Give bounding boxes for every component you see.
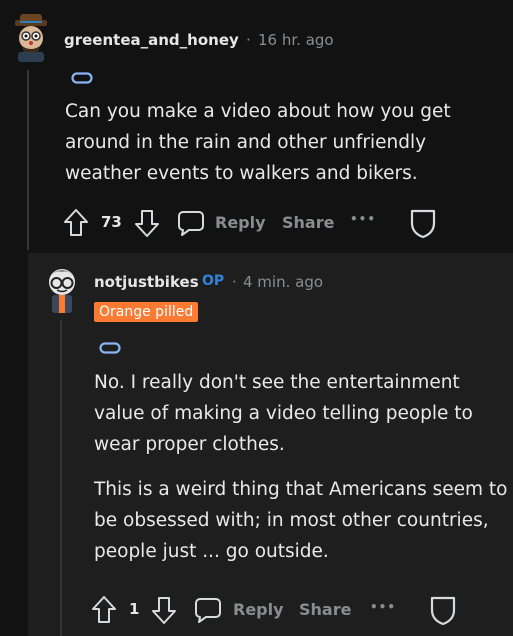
reply-label: Reply (215, 213, 266, 232)
upvote-button[interactable] (63, 208, 89, 238)
comment-timestamp[interactable]: 4 min. ago (243, 273, 323, 291)
meta-separator: · (246, 31, 251, 49)
collapse-icon[interactable] (99, 342, 121, 354)
share-button[interactable]: Share (282, 213, 334, 232)
comment-bubble-icon (178, 211, 204, 236)
vote-count: 73 (101, 213, 122, 231)
avatar[interactable] (42, 262, 82, 314)
reply-button[interactable]: Reply (177, 208, 267, 238)
vote-count: 1 (129, 600, 140, 618)
award-shield-button[interactable] (409, 207, 437, 239)
reply-label: Reply (233, 600, 284, 619)
comment-author[interactable]: notjustbikes (94, 273, 199, 291)
upvote-button[interactable] (91, 595, 117, 625)
comment-bubble-icon (195, 598, 221, 623)
downvote-button[interactable] (151, 595, 177, 625)
downvote-button[interactable] (134, 208, 160, 238)
reply-button[interactable]: Reply (194, 595, 284, 625)
thread-line[interactable] (60, 320, 62, 636)
share-button[interactable]: Share (299, 600, 351, 619)
more-options-button[interactable]: ••• (350, 212, 376, 226)
award-shield-button[interactable] (429, 594, 457, 626)
comment-body: Can you make a video about how you get a… (65, 96, 495, 189)
comment-paragraph: This is a weird thing that Americans see… (94, 479, 508, 562)
thread-line[interactable] (27, 70, 29, 250)
comment-body: No. I really don't see the entertainment… (94, 367, 509, 567)
user-flair: Orange pilled (94, 302, 199, 322)
avatar[interactable] (10, 14, 52, 62)
comment-author[interactable]: greentea_and_honey (64, 31, 239, 49)
more-options-button[interactable]: ••• (370, 600, 396, 614)
comment-timestamp[interactable]: 16 hr. ago (258, 31, 334, 49)
op-badge: OP (202, 273, 225, 289)
comment-text: Can you make a video about how you get a… (65, 101, 451, 184)
comment-paragraph: No. I really don't see the entertainment… (94, 372, 473, 455)
meta-separator: · (232, 273, 237, 291)
collapse-icon[interactable] (71, 72, 93, 84)
